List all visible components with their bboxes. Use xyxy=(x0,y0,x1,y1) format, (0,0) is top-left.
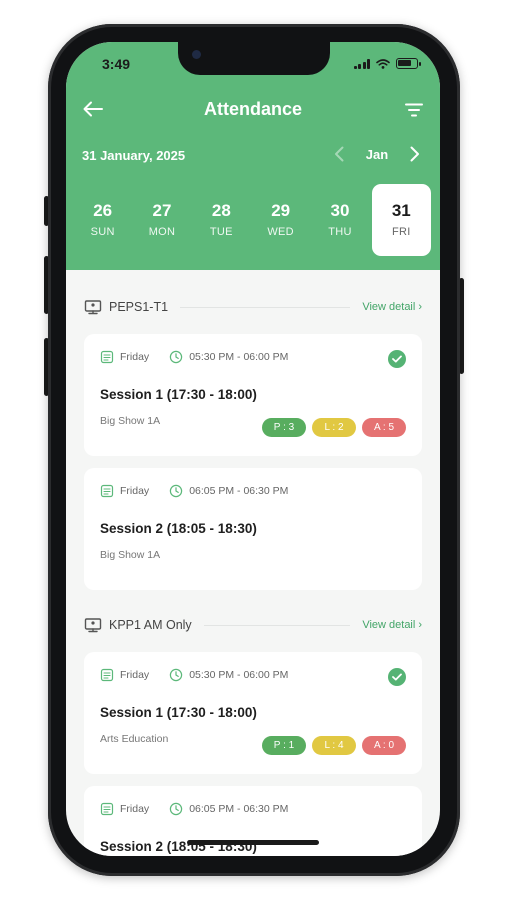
view-detail-link[interactable]: View detail › xyxy=(362,619,422,631)
session-card[interactable]: Friday 06:05 PM - 06:30 PM Session 2 (18… xyxy=(84,786,422,856)
day-item[interactable]: 30 THU xyxy=(310,184,369,256)
divider xyxy=(180,306,351,308)
notch xyxy=(178,42,330,75)
home-indicator[interactable] xyxy=(187,840,319,845)
class-group-header: KPP1 AM Only View detail › xyxy=(66,606,440,644)
session-card[interactable]: Friday 06:05 PM - 06:30 PM Session 2 (18… xyxy=(84,468,422,590)
chevron-left-icon xyxy=(335,146,344,162)
session-meta: Friday 05:30 PM - 06:00 PM xyxy=(100,348,406,366)
day-number: 26 xyxy=(93,201,113,220)
absent-badge: A : 5 xyxy=(362,418,406,437)
signal-icon xyxy=(353,58,370,69)
day-of-week: WED xyxy=(267,226,294,238)
calendar-icon xyxy=(100,802,114,816)
class-group-header: PEPS1-T1 View detail › xyxy=(66,288,440,326)
day-item[interactable]: 28 TUE xyxy=(192,184,251,256)
session-time: 05:30 PM - 06:00 PM xyxy=(189,351,289,363)
day-item[interactable]: 27 MON xyxy=(132,184,191,256)
session-meta: Friday 06:05 PM - 06:30 PM xyxy=(100,800,406,818)
calendar-icon xyxy=(100,668,114,682)
day-item[interactable]: 26 SUN xyxy=(73,184,132,256)
next-month-button[interactable] xyxy=(406,143,424,165)
clock-icon xyxy=(169,350,183,364)
session-subject: Big Show 1A xyxy=(100,549,161,561)
day-item-selected[interactable]: 31 FRI xyxy=(371,184,431,256)
day-of-week: SUN xyxy=(90,226,115,238)
day-of-week: FRI xyxy=(391,226,411,238)
day-number: 28 xyxy=(211,201,231,220)
class-group-name: PEPS1-T1 xyxy=(109,300,169,314)
clock-icon xyxy=(169,484,183,498)
battery-icon xyxy=(396,58,421,69)
session-list: PEPS1-T1 View detail › Friday 05:30 PM - … xyxy=(66,270,440,856)
prev-month-button[interactable] xyxy=(330,143,348,165)
calendar-icon xyxy=(100,350,114,364)
late-badge: L : 2 xyxy=(312,418,356,437)
session-title: Session 1 (17:30 - 18:00) xyxy=(100,387,257,402)
present-badge: P : 1 xyxy=(262,736,306,755)
day-selector: 26 SUN 27 MON 28 TUE 29 WED 30 THU 31 FRI xyxy=(73,184,433,256)
present-badge: P : 3 xyxy=(262,418,306,437)
chevron-right-icon: › xyxy=(418,619,422,631)
status-icons xyxy=(353,58,421,69)
session-day: Friday xyxy=(120,485,150,497)
filter-icon xyxy=(405,103,423,117)
session-card[interactable]: Friday 05:30 PM - 06:00 PM Session 1 (17… xyxy=(84,652,422,774)
class-group-name: KPP1 AM Only xyxy=(109,618,192,632)
view-detail-label: View detail xyxy=(362,301,416,313)
completed-check-icon xyxy=(388,350,406,368)
chevron-right-icon xyxy=(410,146,419,162)
day-of-week: THU xyxy=(328,226,352,238)
session-time: 06:05 PM - 06:30 PM xyxy=(189,485,289,497)
wifi-icon xyxy=(376,58,390,69)
session-day: Friday xyxy=(120,669,150,681)
month-navigator: Jan xyxy=(330,143,424,165)
day-of-week: TUE xyxy=(209,226,233,238)
view-detail-link[interactable]: View detail › xyxy=(362,301,422,313)
filter-button[interactable] xyxy=(402,99,426,121)
clock-icon xyxy=(169,668,183,682)
late-badge: L : 4 xyxy=(312,736,356,755)
day-item[interactable]: 29 WED xyxy=(251,184,310,256)
selected-date: 31 January, 2025 xyxy=(82,148,186,163)
status-time: 3:49 xyxy=(102,56,131,72)
day-number: 31 xyxy=(391,201,411,220)
view-detail-label: View detail xyxy=(362,619,416,631)
header: 3:49 Attendance 31 January, 2025 Jan 26 … xyxy=(66,42,440,270)
chevron-right-icon: › xyxy=(418,301,422,313)
session-meta: Friday 05:30 PM - 06:00 PM xyxy=(100,666,406,684)
clock-icon xyxy=(169,802,183,816)
day-of-week: MON xyxy=(148,226,176,238)
absent-badge: A : 0 xyxy=(362,736,406,755)
day-number: 27 xyxy=(152,201,172,220)
session-time: 06:05 PM - 06:30 PM xyxy=(189,803,289,815)
attendance-badges: P : 1 L : 4 A : 0 xyxy=(262,736,406,755)
session-meta: Friday 06:05 PM - 06:30 PM xyxy=(100,482,406,500)
day-number: 29 xyxy=(271,201,291,220)
session-title: Session 2 (18:05 - 18:30) xyxy=(100,521,257,536)
app-screen: 3:49 Attendance 31 January, 2025 Jan 26 … xyxy=(66,42,440,856)
classroom-icon xyxy=(84,618,102,633)
session-card[interactable]: Friday 05:30 PM - 06:00 PM Session 1 (17… xyxy=(84,334,422,456)
session-day: Friday xyxy=(120,803,150,815)
month-label: Jan xyxy=(365,146,389,162)
session-time: 05:30 PM - 06:00 PM xyxy=(189,669,289,681)
completed-check-icon xyxy=(388,668,406,686)
camera-icon xyxy=(192,50,201,59)
attendance-badges: P : 3 L : 2 A : 5 xyxy=(262,418,406,437)
session-day: Friday xyxy=(120,351,150,363)
classroom-icon xyxy=(84,300,102,315)
calendar-icon xyxy=(100,484,114,498)
page-title: Attendance xyxy=(203,99,302,119)
divider xyxy=(203,624,351,626)
session-title: Session 1 (17:30 - 18:00) xyxy=(100,705,257,720)
day-number: 30 xyxy=(330,201,350,220)
